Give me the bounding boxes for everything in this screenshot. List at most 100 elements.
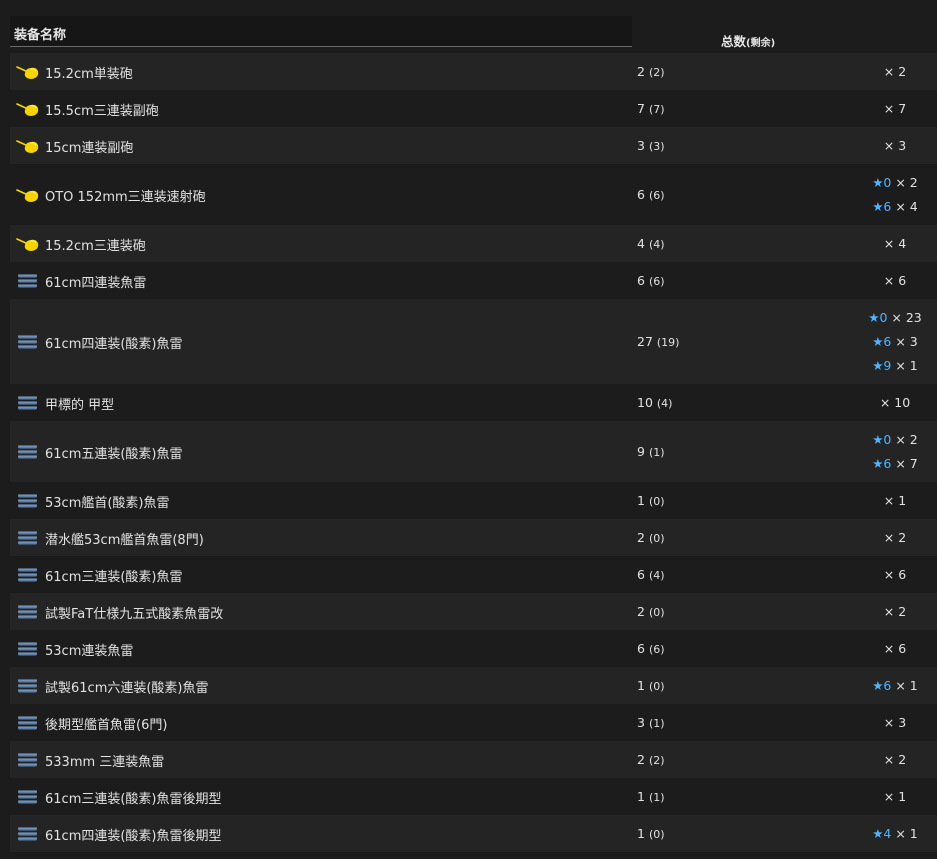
improvement-breakdown: × 1 (860, 778, 930, 815)
total-column-header[interactable]: 总数(剩余) (721, 31, 775, 50)
remain-value: (2) (648, 753, 665, 767)
improvement-line: ★6 × 1 (860, 678, 930, 693)
star-count: × 2 (891, 174, 918, 190)
total-value: 6 (637, 640, 649, 656)
table-row[interactable]: 潜水艦53cm艦首魚雷(8門) 2 (0) × 2 (10, 519, 937, 556)
equipment-name: 61cm三連装(酸素)魚雷 (45, 569, 183, 585)
table-row[interactable]: 15.2cm三連装砲 4 (4) × 4 (10, 225, 937, 262)
name-column-label: 装备名称 (14, 28, 67, 43)
total-value: 6 (637, 566, 649, 582)
total-value: 3 (637, 137, 649, 153)
equipment-name: 潜水艦53cm艦首魚雷(8門) (45, 532, 204, 548)
total-value: 4 (637, 235, 649, 251)
equipment-count: 2 (2) (637, 64, 665, 79)
equipment-name: 533mm 三連装魚雷 (45, 754, 165, 770)
remain-value: (4) (648, 568, 665, 582)
star-level: ★0 (868, 309, 888, 325)
star-level: ★6 (872, 198, 892, 214)
star-count: × 1 (891, 677, 918, 693)
total-value: 1 (637, 788, 649, 804)
remain-value: (1) (648, 790, 665, 804)
equipment-name: 15.5cm三連装副砲 (45, 103, 159, 119)
star-level: ★4 (872, 825, 892, 841)
equipment-count: 1 (1) (637, 789, 665, 804)
table-row[interactable]: OTO 152mm三連装速射砲 6 (6) ★0 × 2 ★6 × 4 (10, 164, 937, 225)
equipment-name: 61cm四連装魚雷 (45, 275, 147, 291)
torpedo-icon (16, 713, 40, 733)
improvement-breakdown: × 2 (860, 741, 930, 778)
table-row[interactable]: 15.5cm三連装副砲 7 (7) × 7 (10, 90, 937, 127)
improvement-line: ★6 × 7 (860, 456, 930, 471)
table-row[interactable]: 甲標的 甲型 10 (4) × 10 (10, 384, 937, 421)
improvement-line: × 6 (860, 641, 930, 656)
torpedo-icon (16, 676, 40, 696)
table-row[interactable]: 試製61cm六連装(酸素)魚雷 1 (0) ★6 × 1 (10, 667, 937, 704)
equipment-name: 15cm連装副砲 (45, 140, 134, 156)
torpedo-icon (16, 442, 40, 462)
star-level: ★0 (872, 174, 892, 190)
equipment-count: 2 (0) (637, 530, 665, 545)
equipment-count: 2 (0) (637, 604, 665, 619)
equipment-name: 15.2cm単装砲 (45, 66, 133, 82)
torpedo-icon (16, 491, 40, 511)
table-row[interactable]: 試製FaT仕様九五式酸素魚雷改 2 (0) × 2 (10, 593, 937, 630)
improvement-breakdown: ★6 × 1 (860, 667, 930, 704)
improvement-line: × 3 (860, 715, 930, 730)
improvement-breakdown: × 10 (860, 384, 930, 421)
torpedo-icon (16, 639, 40, 659)
star-level: ★9 (872, 357, 892, 373)
star-level: ★6 (872, 333, 892, 349)
torpedo-icon (16, 393, 40, 413)
total-value: 10 (637, 394, 657, 410)
table-row[interactable]: 61cm四連装魚雷 6 (6) × 6 (10, 262, 937, 299)
table-row[interactable]: 15cm連装副砲 3 (3) × 3 (10, 127, 937, 164)
table-row[interactable]: 61cm四連装(酸素)魚雷 27 (19) ★0 × 23 ★6 × 3 ★9 × 1 (10, 299, 937, 384)
torpedo-icon (16, 565, 40, 585)
table-row[interactable]: 後期型艦首魚雷(6門) 3 (1) × 3 (10, 704, 937, 741)
torpedo-icon (16, 750, 40, 770)
table-row[interactable]: 61cm三連装(酸素)魚雷 6 (4) × 6 (10, 556, 937, 593)
remain-value: (6) (648, 274, 665, 288)
remain-value: (0) (648, 605, 665, 619)
equipment-count: 2 (2) (637, 752, 665, 767)
equipment-count: 4 (4) (637, 236, 665, 251)
table-row[interactable]: 61cm四連装(酸素)魚雷後期型 1 (0) ★4 × 1 (10, 815, 937, 852)
improvement-line: × 4 (860, 236, 930, 251)
table-row[interactable]: 61cm三連装(酸素)魚雷後期型 1 (1) × 1 (10, 778, 937, 815)
improvement-line: ★0 × 23 (860, 310, 930, 325)
gun-icon (16, 185, 40, 205)
improvement-line: × 2 (860, 64, 930, 79)
equipment-name: OTO 152mm三連装速射砲 (45, 189, 206, 205)
star-count: × 4 (883, 235, 907, 251)
remain-value: (2) (648, 65, 665, 79)
improvement-breakdown: × 4 (860, 225, 930, 262)
name-column-header[interactable]: 装备名称 (10, 16, 632, 47)
improvement-line: × 7 (860, 101, 930, 116)
table-row[interactable]: 53cm艦首(酸素)魚雷 1 (0) × 1 (10, 482, 937, 519)
equipment-count: 3 (1) (637, 715, 665, 730)
table-row[interactable]: 61cm五連装(酸素)魚雷 9 (1) ★0 × 2 ★6 × 7 (10, 421, 937, 482)
star-count: × 2 (883, 529, 907, 545)
improvement-line: × 2 (860, 752, 930, 767)
improvement-breakdown: × 7 (860, 90, 930, 127)
remain-value: (6) (648, 188, 665, 202)
equipment-count: 7 (7) (637, 101, 665, 116)
table-row[interactable]: 15.2cm単装砲 2 (2) × 2 (10, 53, 937, 90)
equipment-count: 27 (19) (637, 334, 679, 349)
equipment-name: 53cm艦首(酸素)魚雷 (45, 495, 170, 511)
improvement-line: × 6 (860, 567, 930, 582)
equipment-count: 1 (0) (637, 493, 665, 508)
star-level: ★6 (872, 455, 892, 471)
star-count: × 2 (883, 63, 907, 79)
star-count: × 23 (887, 309, 922, 325)
total-value: 27 (637, 333, 657, 349)
remain-value: (1) (648, 445, 665, 459)
improvement-breakdown: × 3 (860, 704, 930, 741)
improvement-line: ★6 × 4 (860, 199, 930, 214)
remain-value: (0) (648, 827, 665, 841)
star-count: × 1 (883, 492, 907, 508)
torpedo-icon (16, 602, 40, 622)
total-value: 9 (637, 443, 649, 459)
table-row[interactable]: 533mm 三連装魚雷 2 (2) × 2 (10, 741, 937, 778)
table-row[interactable]: 53cm連装魚雷 6 (6) × 6 (10, 630, 937, 667)
